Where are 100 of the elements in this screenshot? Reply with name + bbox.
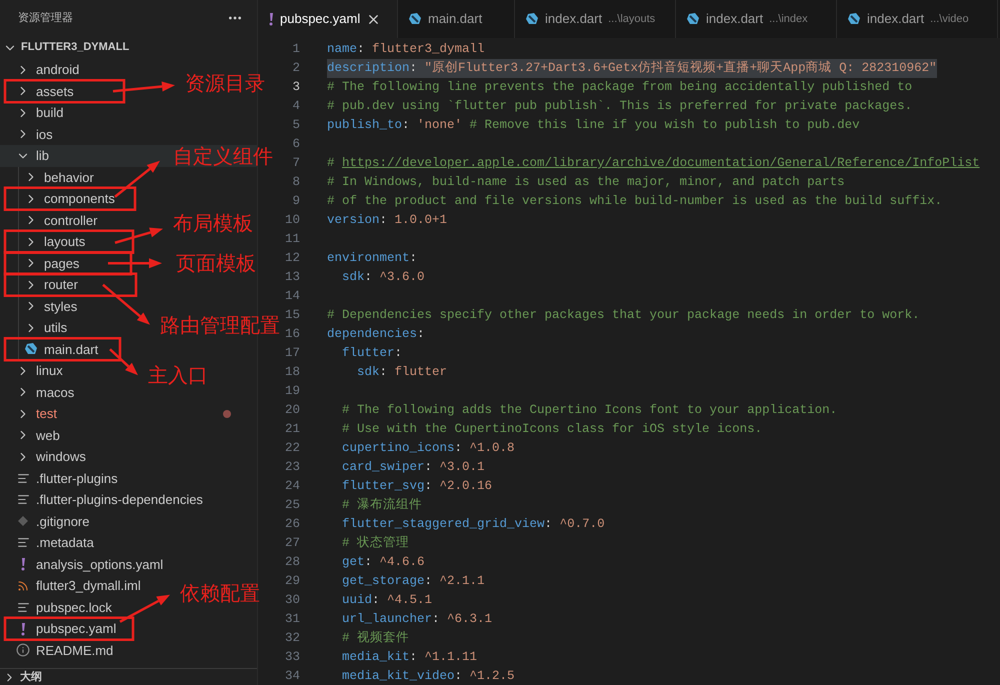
line-number: 32 bbox=[284, 630, 300, 648]
folder-item[interactable]: build bbox=[16, 102, 64, 124]
dart-icon bbox=[525, 12, 539, 26]
folder-item[interactable]: lib bbox=[16, 145, 50, 166]
line-number: 7 bbox=[292, 155, 300, 172]
line-number: 16 bbox=[284, 326, 300, 344]
exclamation-icon bbox=[20, 622, 26, 636]
line-number: 28 bbox=[284, 554, 300, 572]
line-number: 3 bbox=[292, 79, 300, 96]
folder-item[interactable]: router bbox=[24, 274, 78, 296]
file-item[interactable]: .flutter-plugins-dependencies bbox=[16, 489, 203, 510]
annotation-arrow bbox=[112, 82, 175, 92]
line-number: 21 bbox=[284, 421, 300, 438]
folder-item[interactable]: web bbox=[16, 424, 60, 446]
tab-label: pubspec.yaml bbox=[280, 10, 360, 28]
tab-label: main.dart bbox=[428, 10, 482, 28]
lines-icon bbox=[16, 600, 30, 614]
file-item[interactable]: .gitignore bbox=[16, 510, 90, 532]
exclamation-icon bbox=[268, 12, 274, 26]
lines-icon bbox=[16, 472, 30, 485]
annotation-label: 资源目录 bbox=[185, 71, 265, 96]
line-number: 33 bbox=[284, 649, 300, 666]
dart-icon bbox=[24, 342, 38, 356]
line-number: 17 bbox=[284, 345, 300, 362]
folder-item[interactable]: test bbox=[16, 403, 57, 424]
annotation-label: 依赖配置 bbox=[180, 580, 260, 605]
folder-item[interactable]: linux bbox=[16, 360, 63, 382]
line-number: 34 bbox=[284, 668, 300, 685]
line-number: 31 bbox=[284, 611, 300, 628]
tab-label: index.dart bbox=[867, 10, 924, 28]
folder-item[interactable]: pages bbox=[24, 252, 80, 274]
annotation-arrow bbox=[114, 160, 160, 198]
annotation-arrow bbox=[119, 594, 170, 623]
folder-item[interactable]: macos bbox=[16, 382, 74, 403]
line-number: 4 bbox=[292, 98, 300, 116]
line-number: 15 bbox=[284, 307, 300, 324]
dart-icon bbox=[847, 12, 861, 26]
line-number: 18 bbox=[284, 364, 300, 382]
dart-icon bbox=[686, 12, 700, 26]
line-number: 2 bbox=[292, 60, 300, 78]
diamond-icon bbox=[17, 515, 29, 528]
line-number: 6 bbox=[292, 136, 300, 154]
outline-header[interactable]: 大纲 bbox=[0, 668, 257, 685]
annotation-arrow bbox=[114, 228, 163, 244]
file-item[interactable]: flutter3_dymall.iml bbox=[16, 575, 141, 596]
tab-path: ...\video bbox=[930, 12, 969, 27]
annotation-arrow bbox=[102, 284, 150, 325]
file-item[interactable]: .flutter-plugins bbox=[16, 468, 118, 489]
line-number: 11 bbox=[284, 231, 300, 248]
line-number: 1 bbox=[292, 41, 300, 58]
line-number: 9 bbox=[292, 193, 300, 210]
line-number: 19 bbox=[284, 383, 300, 400]
tab-path: ...\layouts bbox=[608, 12, 656, 27]
annotation-label: 路由管理配置 bbox=[160, 312, 280, 337]
folder-item[interactable]: ios bbox=[16, 124, 53, 145]
file-item[interactable]: analysis_options.yaml bbox=[16, 554, 164, 575]
annotation-arrow bbox=[108, 258, 162, 268]
folder-item[interactable]: utils bbox=[24, 317, 68, 338]
exclamation-icon bbox=[20, 557, 26, 572]
folder-item[interactable]: styles bbox=[24, 296, 78, 317]
line-number: 24 bbox=[284, 478, 300, 496]
file-item[interactable]: main.dart bbox=[24, 338, 98, 360]
annotation-label: 布局模板 bbox=[173, 210, 253, 235]
dart-icon bbox=[408, 12, 422, 26]
folder-item[interactable]: layouts bbox=[24, 231, 86, 252]
line-number: 20 bbox=[284, 402, 300, 420]
annotation-label: 自定义组件 bbox=[173, 144, 273, 168]
line-number: 5 bbox=[292, 117, 300, 134]
annotation-label: 页面模板 bbox=[176, 251, 256, 276]
line-number: 25 bbox=[284, 497, 300, 514]
line-number: 26 bbox=[284, 516, 300, 534]
lines-icon bbox=[16, 536, 30, 550]
file-item[interactable]: README.md bbox=[16, 640, 114, 661]
folder-item[interactable]: controller bbox=[24, 210, 98, 231]
folder-item[interactable]: android bbox=[16, 59, 80, 80]
editor-tab[interactable]: pubspec.yaml bbox=[258, 0, 398, 38]
line-number: 13 bbox=[284, 269, 300, 286]
folder-item[interactable]: windows bbox=[16, 446, 86, 468]
line-number: 10 bbox=[284, 212, 300, 230]
panel-title: 资源管理器 bbox=[18, 10, 73, 26]
tab-label: index.dart bbox=[545, 10, 602, 28]
tab-path: ...\index bbox=[769, 12, 808, 27]
file-item[interactable]: pubspec.lock bbox=[16, 596, 112, 618]
feed-icon bbox=[17, 580, 29, 592]
line-number: 29 bbox=[284, 573, 300, 590]
file-item[interactable]: pubspec.yaml bbox=[16, 618, 116, 640]
line-number: 22 bbox=[284, 440, 300, 458]
line-number: 27 bbox=[284, 535, 300, 552]
line-number: 14 bbox=[284, 288, 300, 306]
line-number: 30 bbox=[284, 592, 300, 610]
file-item[interactable]: .metadata bbox=[16, 532, 94, 554]
folder-item[interactable]: assets bbox=[16, 80, 74, 102]
tab-label: index.dart bbox=[706, 10, 764, 28]
project-header[interactable]: FLUTTER3_DYMALL bbox=[0, 36, 257, 59]
line-number: 8 bbox=[292, 174, 300, 192]
annotation-label: 主入口 bbox=[148, 363, 208, 388]
folder-item[interactable]: components bbox=[24, 188, 115, 210]
info-icon bbox=[16, 643, 30, 658]
folder-item[interactable]: behavior bbox=[24, 166, 94, 188]
lines-icon bbox=[16, 493, 30, 506]
